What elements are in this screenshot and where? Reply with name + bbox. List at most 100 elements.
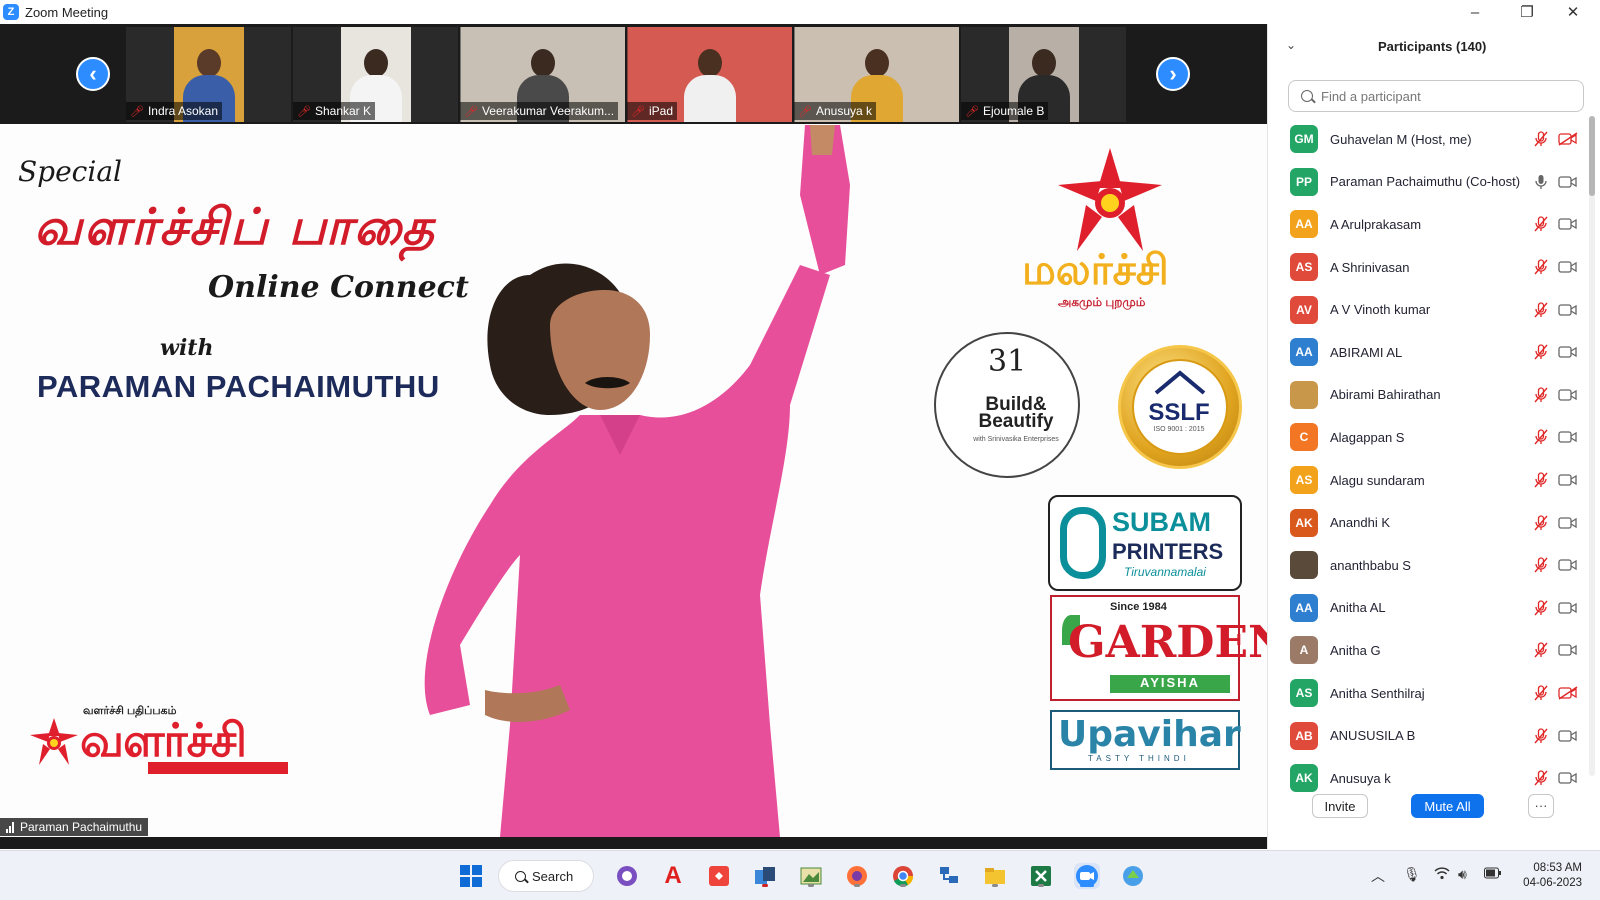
video-tile[interactable]: 🎤︎ Ejoumale B (961, 27, 1126, 122)
participant-row[interactable]: AS A Shrinivasan (1268, 246, 1586, 289)
video-tile[interactable]: 🎤︎ Anusuya k (794, 27, 959, 122)
taskbar-search-button[interactable]: Search (498, 860, 594, 892)
mic-muted-icon[interactable] (1534, 685, 1548, 701)
participant-row[interactable]: GM Guhavelan M (Host, me) (1268, 118, 1586, 161)
participant-row[interactable]: ananthbabu S (1268, 544, 1586, 587)
show-hidden-icons-chevron-icon[interactable]: ︿ (1371, 866, 1385, 886)
participant-search[interactable] (1288, 80, 1584, 112)
video-camera-icon[interactable] (1558, 303, 1578, 317)
video-tile[interactable]: 🎤︎ Veerakumar Veerakum... (460, 27, 625, 122)
participant-row[interactable]: AS Alagu sundaram (1268, 459, 1586, 502)
more-options-button[interactable]: ··· (1528, 794, 1554, 818)
video-tile-name: 🎤︎ iPad (627, 102, 677, 120)
wifi-icon[interactable] (1434, 866, 1450, 883)
file-explorer-icon[interactable] (982, 863, 1008, 889)
avatar: AS (1290, 466, 1318, 495)
video-camera-icon[interactable] (1558, 430, 1578, 444)
participant-row[interactable]: AS Anitha Senthilraj (1268, 672, 1586, 715)
minimize-button[interactable]: – (1452, 0, 1498, 24)
prev-page-button[interactable]: ‹ (76, 57, 110, 91)
microphone-tray-icon[interactable]: 🎙︎ (1403, 866, 1421, 883)
copilot-icon[interactable] (614, 863, 640, 889)
participant-scrollbar[interactable] (1589, 116, 1595, 776)
mic-muted-icon[interactable] (1534, 344, 1548, 360)
video-camera-icon[interactable] (1558, 729, 1578, 743)
mic-muted-icon[interactable] (1534, 600, 1548, 616)
sslf-badge-logo: SSLF ISO 9001 : 2015 (1100, 337, 1258, 487)
participant-row[interactable]: AA A Arulprakasam (1268, 203, 1586, 246)
invite-button[interactable]: Invite (1312, 794, 1368, 818)
mute-all-button[interactable]: Mute All (1411, 794, 1484, 818)
participant-row[interactable]: AB ANUSUSILA B (1268, 714, 1586, 757)
participant-name: ANUSUSILA B (1330, 728, 1416, 744)
mic-muted-icon[interactable] (1534, 387, 1548, 403)
video-camera-icon[interactable] (1558, 217, 1578, 231)
mic-muted-icon: 🎤︎ (464, 105, 478, 118)
mic-muted-icon[interactable] (1534, 642, 1548, 658)
mic-muted-icon[interactable] (1534, 216, 1548, 232)
video-camera-icon[interactable] (1558, 558, 1578, 572)
chrome-icon[interactable] (890, 863, 916, 889)
malarchi-wordmark: மலர்ச்சி (1022, 245, 1169, 294)
anydesk-icon[interactable] (706, 863, 732, 889)
video-camera-icon[interactable] (1558, 388, 1578, 402)
participant-row[interactable]: AV A V Vinoth kumar (1268, 288, 1586, 331)
participant-row[interactable]: AA ABIRAMI AL (1268, 331, 1586, 374)
battery-icon[interactable] (1484, 866, 1502, 882)
participant-row[interactable]: C Alagappan S (1268, 416, 1586, 459)
video-camera-icon[interactable] (1558, 260, 1578, 274)
mic-muted-icon[interactable] (1534, 472, 1548, 488)
video-camera-icon[interactable] (1558, 601, 1578, 615)
taskbar-clock[interactable]: 08:53 AM 04-06-2023 (1512, 861, 1582, 891)
participant-row[interactable]: Abirami Bahirathan (1268, 374, 1586, 417)
participant-row[interactable]: PP Paraman Pachaimuthu (Co-host) (1268, 161, 1586, 204)
network-app-icon[interactable] (936, 863, 962, 889)
video-camera-icon[interactable] (1558, 771, 1578, 785)
excel-icon[interactable] (1028, 863, 1054, 889)
participant-search-input[interactable] (1321, 88, 1571, 104)
participant-row[interactable]: A Anitha G (1268, 629, 1586, 672)
video-strip: ‹ 🎤︎ Indra Asokan 🎤︎ Shankar K 🎤︎ Veerakuma… (0, 24, 1267, 124)
mic-muted-icon[interactable] (1534, 514, 1548, 531)
file-transfer-icon[interactable] (752, 863, 778, 889)
valarchi-logo: வளர்ச்சி பதிப்பகம் வளர்ச்சி (28, 705, 288, 780)
video-tile[interactable]: 🎤︎ Indra Asokan (126, 27, 291, 122)
participant-row[interactable]: AA Anitha AL (1268, 587, 1586, 630)
participant-name: Anusuya k (1330, 770, 1391, 786)
mic-muted-icon[interactable] (1534, 770, 1548, 786)
video-camera-icon[interactable] (1558, 643, 1578, 657)
restore-button[interactable]: ❐ (1504, 0, 1550, 24)
mic-muted-icon[interactable] (1534, 727, 1548, 744)
scrollbar-thumb[interactable] (1589, 116, 1595, 196)
mic-icon[interactable] (1534, 174, 1548, 190)
windows-start-icon[interactable] (458, 863, 484, 889)
next-page-button[interactable]: › (1156, 57, 1190, 91)
mic-muted-icon[interactable] (1534, 302, 1548, 318)
video-camera-icon[interactable] (1558, 175, 1578, 189)
malarchi-tagline: அகமும் புறமும் (1058, 295, 1146, 309)
firefox-icon[interactable] (844, 863, 870, 889)
participant-row[interactable]: AK Anandhi K (1268, 501, 1586, 544)
mic-muted-icon[interactable] (1534, 557, 1548, 573)
mic-muted-icon[interactable] (1534, 259, 1548, 275)
remote-desktop-icon[interactable] (1120, 863, 1146, 889)
video-camera-icon[interactable] (1558, 473, 1578, 487)
mic-muted-icon[interactable] (1534, 429, 1548, 445)
video-tile[interactable]: 🎤︎ iPad (627, 27, 792, 122)
video-tile[interactable]: 🎤︎ Shankar K (293, 27, 458, 122)
video-tile-name: 🎤︎ Shankar K (293, 102, 376, 120)
collapse-chevron-icon[interactable]: ⌄ (1286, 38, 1296, 52)
volume-icon[interactable]: 🔊︎ (1458, 866, 1467, 883)
video-camera-icon[interactable] (1558, 516, 1578, 530)
video-off-icon[interactable] (1558, 132, 1578, 146)
shared-screen: Special வளர்ச்சிப் பாதை Online Connect w… (0, 125, 1267, 837)
photos-icon[interactable] (798, 863, 824, 889)
participant-name: ABIRAMI AL (1330, 344, 1403, 360)
video-camera-icon[interactable] (1558, 345, 1578, 359)
close-button[interactable]: ✕ (1550, 0, 1596, 24)
mic-muted-icon[interactable] (1534, 131, 1548, 147)
acrobat-icon[interactable]: A (660, 862, 686, 889)
avatar: AK (1290, 508, 1318, 537)
zoom-taskbar-icon[interactable] (1074, 863, 1100, 889)
video-off-icon[interactable] (1558, 686, 1578, 700)
